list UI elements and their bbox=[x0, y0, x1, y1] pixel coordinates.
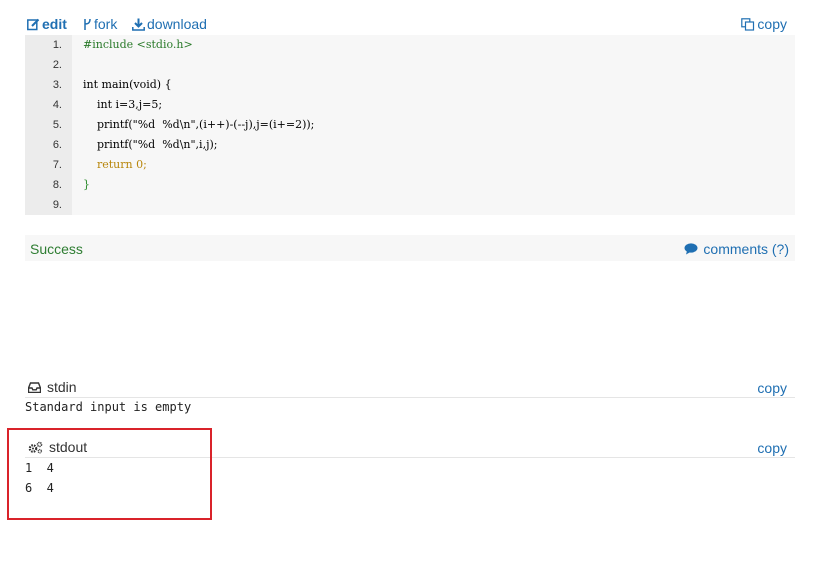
code-editor[interactable]: 1. #include <stdio.h> 2. 3. int main(voi… bbox=[25, 35, 795, 215]
download-label: download bbox=[147, 16, 207, 32]
code-line: 1. #include <stdio.h> bbox=[25, 35, 795, 55]
code-line: 8. } bbox=[25, 175, 795, 195]
fork-label: fork bbox=[94, 16, 118, 32]
line-number: 7. bbox=[52, 159, 62, 171]
code-toolbar: edit fork download copy bbox=[25, 10, 795, 36]
status-badge: Success bbox=[30, 241, 83, 257]
stdin-header: stdin copy bbox=[25, 377, 795, 398]
code-text: return 0; bbox=[83, 158, 147, 171]
copy-code-button[interactable]: copy bbox=[741, 16, 787, 32]
edit-icon bbox=[27, 18, 40, 30]
line-number: 1. bbox=[52, 39, 62, 51]
stdout-highlight-box bbox=[7, 428, 212, 520]
code-line: 5. printf("%d %d\n",(i++)-(--j),j=(i+=2)… bbox=[25, 115, 795, 135]
line-number: 3. bbox=[52, 79, 62, 91]
line-number: 6. bbox=[52, 139, 62, 151]
code-line: 2. bbox=[25, 55, 795, 75]
download-button[interactable]: download bbox=[132, 16, 207, 32]
code-line: 4. int i=3,j=5; bbox=[25, 95, 795, 115]
inbox-icon bbox=[28, 381, 41, 393]
stdout-copy-button[interactable]: copy bbox=[757, 440, 787, 456]
stdin-content: Standard input is empty bbox=[25, 400, 192, 414]
line-number: 4. bbox=[52, 99, 62, 111]
line-number: 9. bbox=[52, 199, 62, 211]
stdin-title: stdin bbox=[47, 379, 77, 395]
result-status-bar: Success comments (?) bbox=[25, 235, 795, 261]
stdin-title-wrap: stdin bbox=[28, 379, 77, 395]
line-number: 8. bbox=[52, 179, 62, 191]
comments-link[interactable]: comments (?) bbox=[684, 241, 789, 257]
code-text: printf("%d %d\n",i,j); bbox=[83, 138, 218, 151]
stdin-copy-button[interactable]: copy bbox=[757, 380, 787, 396]
line-number: 5. bbox=[52, 119, 62, 131]
code-text: printf("%d %d\n",(i++)-(--j),j=(i+=2)); bbox=[83, 118, 315, 131]
fork-button[interactable]: fork bbox=[83, 16, 117, 32]
edit-button[interactable]: edit bbox=[27, 16, 67, 32]
code-text: #include <stdio.h> bbox=[83, 38, 193, 51]
comment-bubble-icon bbox=[684, 243, 698, 255]
code-text: int i=3,j=5; bbox=[83, 98, 163, 111]
copy-icon bbox=[741, 17, 755, 31]
edit-label: edit bbox=[42, 16, 67, 32]
download-icon bbox=[132, 18, 145, 31]
code-line: 6. printf("%d %d\n",i,j); bbox=[25, 135, 795, 155]
code-line: 7. return 0; bbox=[25, 155, 795, 175]
code-text: int main(void) { bbox=[83, 78, 172, 91]
code-line: 3. int main(void) { bbox=[25, 75, 795, 95]
fork-icon bbox=[84, 18, 91, 30]
line-number: 2. bbox=[52, 59, 62, 71]
comments-label: comments (?) bbox=[703, 241, 789, 257]
code-text: } bbox=[83, 178, 90, 191]
copy-label: copy bbox=[757, 16, 787, 32]
code-line: 9. bbox=[25, 195, 795, 215]
